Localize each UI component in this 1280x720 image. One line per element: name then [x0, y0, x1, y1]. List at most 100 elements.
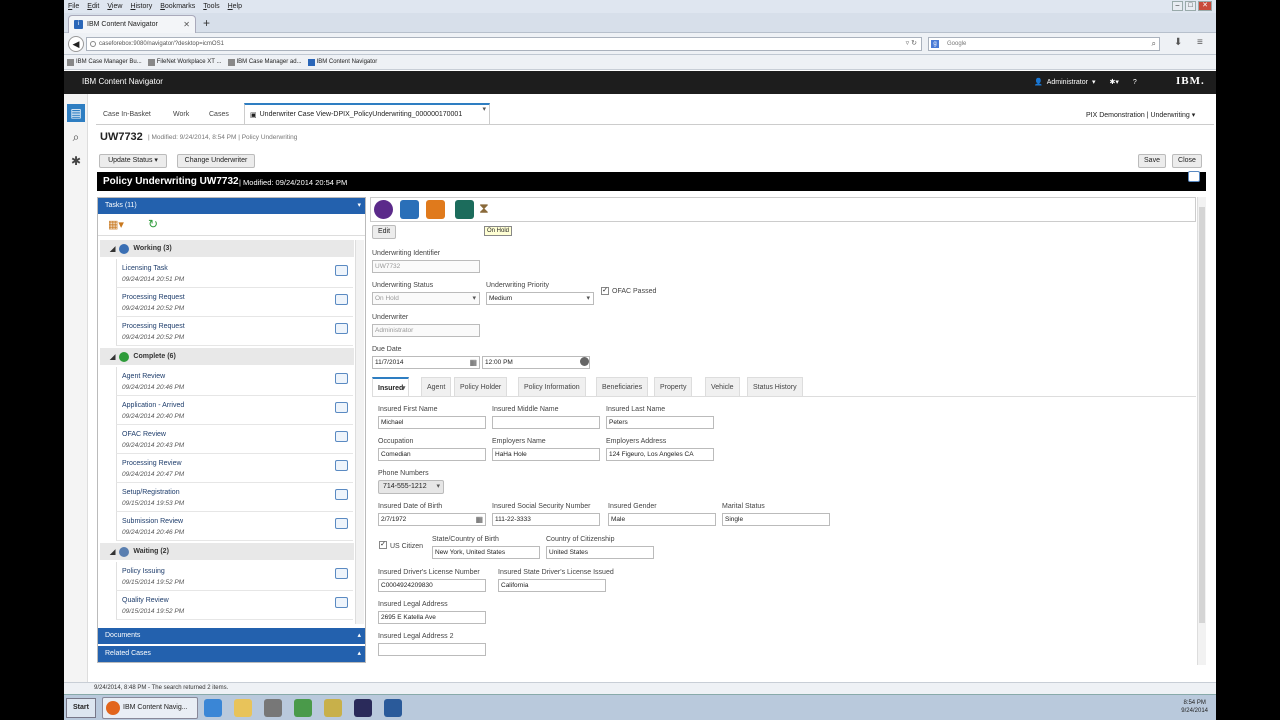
gear-icon[interactable]: ✱: [67, 152, 85, 170]
tab-insured[interactable]: Insured: [372, 377, 410, 398]
us-citizen-checkbox[interactable]: ✓: [379, 541, 387, 549]
update-status-button[interactable]: Update Status ▾: [99, 154, 167, 168]
start-button[interactable]: Start: [66, 698, 96, 718]
ssn-field[interactable]: 111-22-3333: [492, 513, 600, 526]
task-item[interactable]: OFAC Review 09/24/2014 20:43 PM: [116, 425, 353, 454]
taskbar-firefox-app[interactable]: IBM Content Navig...: [102, 697, 198, 719]
save-button[interactable]: Save: [1138, 154, 1166, 168]
documents-header[interactable]: Documents ▴: [98, 628, 365, 644]
tab-vehicle[interactable]: Vehicle: [705, 377, 740, 396]
address-bar[interactable]: caseforebox:9080/navigator/?desktop=icmO…: [86, 37, 922, 51]
change-underwriter-button[interactable]: Change Underwriter: [177, 154, 255, 168]
task-name[interactable]: Processing Request: [122, 294, 185, 301]
comment-icon[interactable]: [335, 294, 348, 305]
employer-address-field[interactable]: 124 Figeuro, Los Angeles CA: [606, 448, 714, 461]
middle-name-field[interactable]: [492, 416, 600, 429]
edit-button[interactable]: Edit: [372, 225, 396, 239]
task-name[interactable]: Setup/Registration: [122, 489, 180, 496]
underwriter-field[interactable]: Administrator: [372, 324, 480, 337]
comment-icon[interactable]: [335, 431, 348, 442]
marital-field[interactable]: Single: [722, 513, 830, 526]
first-name-field[interactable]: Michael: [378, 416, 486, 429]
task-name[interactable]: Agent Review: [122, 373, 165, 380]
task-item[interactable]: Licensing Task 09/24/2014 20:51 PM: [116, 259, 353, 288]
menu-edit[interactable]: Edit: [87, 3, 99, 10]
collapse-triangle-icon[interactable]: ◢: [110, 548, 115, 556]
uw-id-field[interactable]: UW7732: [372, 260, 480, 273]
task-item[interactable]: Processing Review 09/24/2014 20:47 PM: [116, 454, 353, 483]
citizenship-field[interactable]: United States: [546, 546, 654, 559]
search-icon[interactable]: ⌕: [67, 128, 85, 146]
back-button[interactable]: ◀: [68, 36, 84, 52]
task-group-header[interactable]: ◢ Waiting (2): [100, 543, 354, 560]
task-item[interactable]: Submission Review 09/24/2014 20:46 PM: [116, 512, 353, 541]
menu-file[interactable]: File: [68, 3, 79, 10]
collapse-triangle-icon[interactable]: ◢: [110, 245, 115, 253]
tab-status-history[interactable]: Status History: [747, 377, 803, 396]
comment-icon[interactable]: [335, 489, 348, 500]
bookmark-item[interactable]: IBM Case Manager ad...: [227, 58, 302, 66]
tab-cases[interactable]: Cases: [203, 103, 235, 125]
ie-icon[interactable]: [204, 699, 222, 717]
tab-policy-holder[interactable]: Policy Holder: [454, 377, 508, 396]
minimize-icon[interactable]: –: [1172, 1, 1183, 11]
tab-agent[interactable]: Agent: [421, 377, 452, 396]
comment-icon[interactable]: [335, 460, 348, 471]
case-person-icon[interactable]: [426, 200, 445, 219]
comment-icon[interactable]: [335, 323, 348, 334]
task-group-header[interactable]: ◢ Complete (6): [100, 348, 354, 365]
task-item[interactable]: Setup/Registration 09/15/2014 19:53 PM: [116, 483, 353, 512]
case-folder-icon[interactable]: [455, 200, 474, 219]
clock-icon[interactable]: [580, 357, 589, 366]
priority-select[interactable]: Medium: [486, 292, 594, 305]
close-button[interactable]: Close: [1172, 154, 1202, 168]
maximize-icon[interactable]: □: [1185, 1, 1196, 11]
hourglass-icon[interactable]: ⧗: [479, 200, 489, 217]
task-group-header[interactable]: ◢ Working (3): [100, 240, 354, 257]
powershell-icon[interactable]: [384, 699, 402, 717]
bookmark-item[interactable]: FileNet Workplace XT ...: [147, 58, 222, 66]
tab-beneficiaries[interactable]: Beneficiaries: [596, 377, 649, 396]
form-scrollbar-thumb[interactable]: [1199, 207, 1205, 623]
due-date-field[interactable]: 11/7/2014: [372, 356, 480, 369]
tab-case-in-basket[interactable]: Case In-Basket: [97, 103, 157, 125]
task-name[interactable]: Processing Review: [122, 460, 182, 467]
birth-field[interactable]: New York, United States: [432, 546, 540, 559]
phone-select[interactable]: 714-555-1212: [378, 480, 444, 494]
menu-history[interactable]: History: [130, 3, 152, 10]
search-icon[interactable]: ⌕: [1152, 38, 1156, 50]
comment-icon[interactable]: [335, 373, 348, 384]
expand-icon[interactable]: ▴: [357, 646, 361, 662]
comment-icon[interactable]: [335, 402, 348, 413]
task-name[interactable]: OFAC Review: [122, 431, 166, 438]
browser-tab[interactable]: i IBM Content Navigator ✕: [68, 15, 196, 33]
task-item[interactable]: Processing Request 09/24/2014 20:52 PM: [116, 288, 353, 317]
tasks-header[interactable]: Tasks (11) ▾: [98, 198, 365, 214]
case-document-icon[interactable]: [400, 200, 419, 219]
app-icon[interactable]: [354, 699, 372, 717]
occupation-field[interactable]: Comedian: [378, 448, 486, 461]
tab-policy-information[interactable]: Policy Information: [518, 377, 586, 396]
address-field[interactable]: 2695 E Katella Ave: [378, 611, 486, 624]
license-state-field[interactable]: California: [498, 579, 606, 592]
user-menu[interactable]: 👤 Administrator ▾ ✱▾ ?: [1034, 78, 1137, 87]
expand-icon[interactable]: ▴: [357, 628, 361, 644]
status-select[interactable]: On Hold: [372, 292, 480, 305]
collapse-triangle-icon[interactable]: ◢: [110, 353, 115, 361]
related-cases-header[interactable]: Related Cases ▴: [98, 646, 365, 662]
download-icon[interactable]: ⬇: [1174, 37, 1182, 48]
explorer-icon[interactable]: [234, 699, 252, 717]
last-name-field[interactable]: Peters: [606, 416, 714, 429]
new-tab-icon[interactable]: +: [203, 16, 210, 30]
cases-folder-icon[interactable]: ▤: [67, 104, 85, 122]
refresh-icon[interactable]: ↻: [148, 217, 158, 231]
search-box[interactable]: g Google ⌕: [928, 37, 1160, 51]
menu-tools[interactable]: Tools: [203, 3, 219, 10]
new-task-icon[interactable]: ▦▾: [108, 218, 124, 231]
tab-property[interactable]: Property: [654, 377, 693, 396]
task-name[interactable]: Policy Issuing: [122, 568, 165, 575]
menu-bookmarks[interactable]: Bookmarks: [160, 3, 195, 10]
comment-icon[interactable]: [335, 265, 348, 276]
task-name[interactable]: Submission Review: [122, 518, 183, 525]
collapse-icon[interactable]: ▾: [357, 198, 361, 214]
